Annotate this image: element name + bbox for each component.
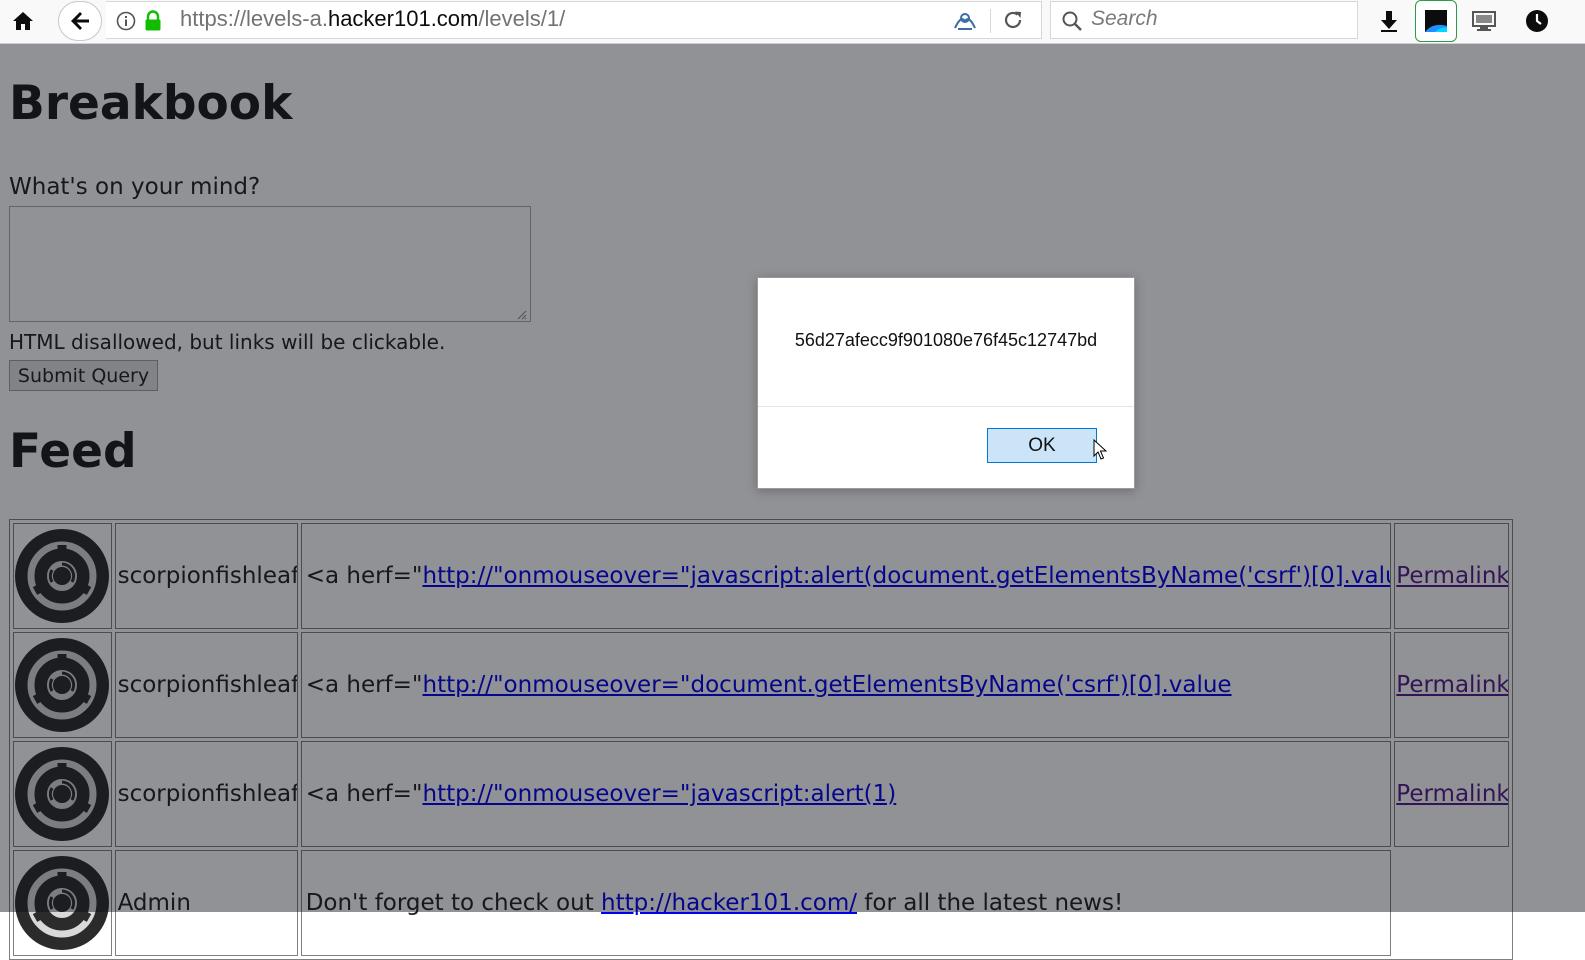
back-arrow-icon — [71, 12, 89, 30]
home-icon[interactable] — [6, 4, 40, 38]
search-icon — [1061, 10, 1083, 36]
extension-button[interactable] — [1415, 0, 1457, 42]
mouse-cursor-icon — [1093, 439, 1107, 460]
download-icon[interactable] — [1372, 4, 1406, 38]
info-icon[interactable] — [116, 11, 136, 35]
url-bar-divider — [990, 9, 991, 33]
ok-button[interactable]: OK — [987, 428, 1097, 463]
search-placeholder: Search — [1091, 7, 1158, 30]
search-bar[interactable]: Search — [1050, 1, 1358, 39]
monitor-icon[interactable] — [1467, 4, 1501, 38]
lock-icon[interactable] — [144, 10, 162, 36]
history-icon[interactable] — [1520, 4, 1554, 38]
alert-message: 56d27afecc9f901080e76f45c12747bd — [794, 330, 1098, 350]
dialog-divider — [758, 406, 1134, 407]
back-button[interactable] — [58, 1, 102, 41]
reload-icon[interactable] — [1001, 8, 1025, 36]
url-text[interactable]: https://levels-a.hacker101.com/levels/1/ — [180, 6, 565, 32]
extension-icon — [1425, 10, 1447, 32]
reader-mode-icon[interactable] — [952, 8, 978, 38]
url-bar[interactable]: https://levels-a.hacker101.com/levels/1/ — [106, 1, 1042, 39]
alert-dialog: 56d27afecc9f901080e76f45c12747bd OK — [757, 277, 1135, 489]
browser-toolbar: https://levels-a.hacker101.com/levels/1/… — [0, 0, 1585, 44]
